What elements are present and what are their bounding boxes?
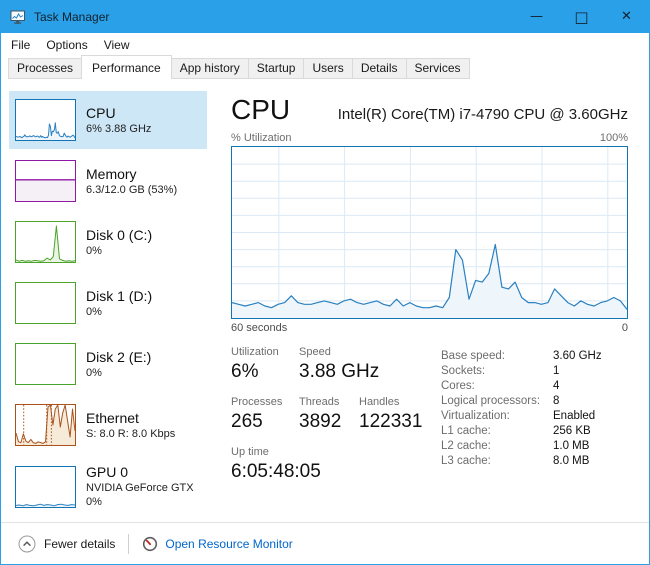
stat-cores: Cores:4: [441, 378, 628, 393]
stat-sockets: Sockets:1: [441, 363, 628, 378]
cpu-stats-right: Base speed:3.60 GHz Sockets:1 Cores:4 Lo…: [441, 348, 628, 468]
sidebar-item-cpu[interactable]: CPU 6% 3.88 GHz: [9, 91, 207, 149]
menu-bar: File Options View: [1, 33, 649, 56]
tab-performance[interactable]: Performance: [81, 55, 172, 79]
sidebar-item-memory[interactable]: Memory 6.3/12.0 GB (53%): [9, 152, 207, 210]
maximize-button[interactable]: □: [559, 1, 604, 33]
sidebar-item-subtitle: 0%: [86, 244, 152, 258]
sidebar-item-gpu0[interactable]: GPU 0 NVIDIA GeForce GTX 0%: [9, 457, 207, 516]
sidebar-item-title: Disk 2 (E:): [86, 349, 151, 366]
titlebar: Task Manager — □ ✕: [1, 1, 649, 33]
tab-users[interactable]: Users: [303, 58, 352, 79]
sidebar-item-ethernet[interactable]: Ethernet S: 8.0 R: 8.0 Kbps: [9, 396, 207, 454]
menu-view[interactable]: View: [96, 34, 138, 56]
minimize-button[interactable]: —: [514, 1, 559, 33]
chart-y-max-label: 100%: [600, 132, 628, 144]
menu-options[interactable]: Options: [38, 34, 95, 56]
footer-bar: Fewer details Open Resource Monitor: [1, 522, 649, 564]
stat-l1-cache: L1 cache:256 KB: [441, 423, 628, 438]
disk1-thumbnail-chart: [15, 282, 76, 324]
task-manager-window: Task Manager — □ ✕ File Options View Pro…: [0, 0, 650, 565]
sidebar-item-subtitle: 0%: [86, 366, 151, 380]
window-title: Task Manager: [34, 10, 109, 24]
cpu-model-name: Intel(R) Core(TM) i7-4790 CPU @ 3.60GHz: [338, 106, 628, 123]
disk0-thumbnail-chart: [15, 221, 76, 263]
menu-file[interactable]: File: [3, 34, 38, 56]
chart-x-left-label: 60 seconds: [231, 322, 287, 334]
stat-utilization: Utilization 6%: [231, 346, 299, 383]
tab-details[interactable]: Details: [352, 58, 407, 79]
performance-sidebar: CPU 6% 3.88 GHz Memory 6.3/12.0 GB (53%)…: [9, 91, 207, 519]
gpu-thumbnail-chart: [15, 466, 76, 508]
sidebar-item-title: Disk 0 (C:): [86, 227, 152, 244]
stat-l3-cache: L3 cache:8.0 MB: [441, 453, 628, 468]
tab-services[interactable]: Services: [406, 58, 470, 79]
cpu-stats-left: Utilization 6% Speed 3.88 GHz Processes …: [231, 346, 436, 483]
close-button[interactable]: ✕: [604, 1, 649, 33]
resource-monitor-icon[interactable]: [142, 536, 158, 552]
sidebar-item-title: Ethernet: [86, 410, 175, 427]
memory-thumbnail-chart: [15, 160, 76, 202]
stat-base-speed: Base speed:3.60 GHz: [441, 348, 628, 363]
stat-speed: Speed 3.88 GHz: [299, 346, 436, 383]
stat-virtualization: Virtualization:Enabled: [441, 408, 628, 423]
sidebar-item-disk0[interactable]: Disk 0 (C:) 0%: [9, 213, 207, 271]
sidebar-item-subtitle: 0%: [86, 305, 152, 319]
task-manager-icon: [10, 9, 26, 25]
open-resource-monitor-link[interactable]: Open Resource Monitor: [165, 537, 292, 551]
sidebar-item-subtitle2: 0%: [86, 495, 194, 509]
sidebar-item-title: Memory: [86, 166, 177, 183]
sidebar-item-title: GPU 0: [86, 464, 194, 481]
tab-bar: Processes Performance App history Startu…: [1, 56, 649, 79]
sidebar-item-subtitle: NVIDIA GeForce GTX: [86, 481, 194, 495]
caption-buttons: — □ ✕: [514, 1, 649, 33]
tab-startup[interactable]: Startup: [248, 58, 305, 79]
stat-processes: Processes 265: [231, 396, 299, 433]
stat-uptime: Up time 6:05:48:05: [231, 446, 436, 483]
stat-threads: Threads 3892: [299, 396, 359, 433]
cpu-thumbnail-chart: [15, 99, 76, 141]
cpu-utilization-chart: [231, 146, 628, 319]
sidebar-item-disk1[interactable]: Disk 1 (D:) 0%: [9, 274, 207, 332]
sidebar-item-disk2[interactable]: Disk 2 (E:) 0%: [9, 335, 207, 393]
chart-x-right-label: 0: [622, 322, 628, 334]
stat-handles: Handles 122331: [359, 396, 436, 433]
performance-content: CPU 6% 3.88 GHz Memory 6.3/12.0 GB (53%)…: [1, 79, 649, 522]
cpu-panel: CPU Intel(R) Core(TM) i7-4790 CPU @ 3.60…: [231, 93, 628, 483]
sidebar-item-subtitle: S: 8.0 R: 8.0 Kbps: [86, 427, 175, 441]
chevron-up-circle-icon[interactable]: [18, 535, 36, 553]
footer-divider: [128, 534, 129, 554]
tab-processes[interactable]: Processes: [8, 58, 82, 79]
sidebar-item-subtitle: 6.3/12.0 GB (53%): [86, 183, 177, 197]
sidebar-item-title: CPU: [86, 105, 151, 122]
panel-title: CPU: [231, 93, 290, 127]
sidebar-item-subtitle: 6% 3.88 GHz: [86, 122, 151, 136]
fewer-details-toggle[interactable]: Fewer details: [44, 537, 115, 551]
sidebar-item-title: Disk 1 (D:): [86, 288, 152, 305]
ethernet-thumbnail-chart: [15, 404, 76, 446]
chart-y-axis-label: % Utilization: [231, 132, 292, 144]
stat-logical-processors: Logical processors:8: [441, 393, 628, 408]
tab-app-history[interactable]: App history: [171, 58, 249, 79]
cpu-stats: Utilization 6% Speed 3.88 GHz Processes …: [231, 346, 628, 483]
stat-l2-cache: L2 cache:1.0 MB: [441, 438, 628, 453]
disk2-thumbnail-chart: [15, 343, 76, 385]
